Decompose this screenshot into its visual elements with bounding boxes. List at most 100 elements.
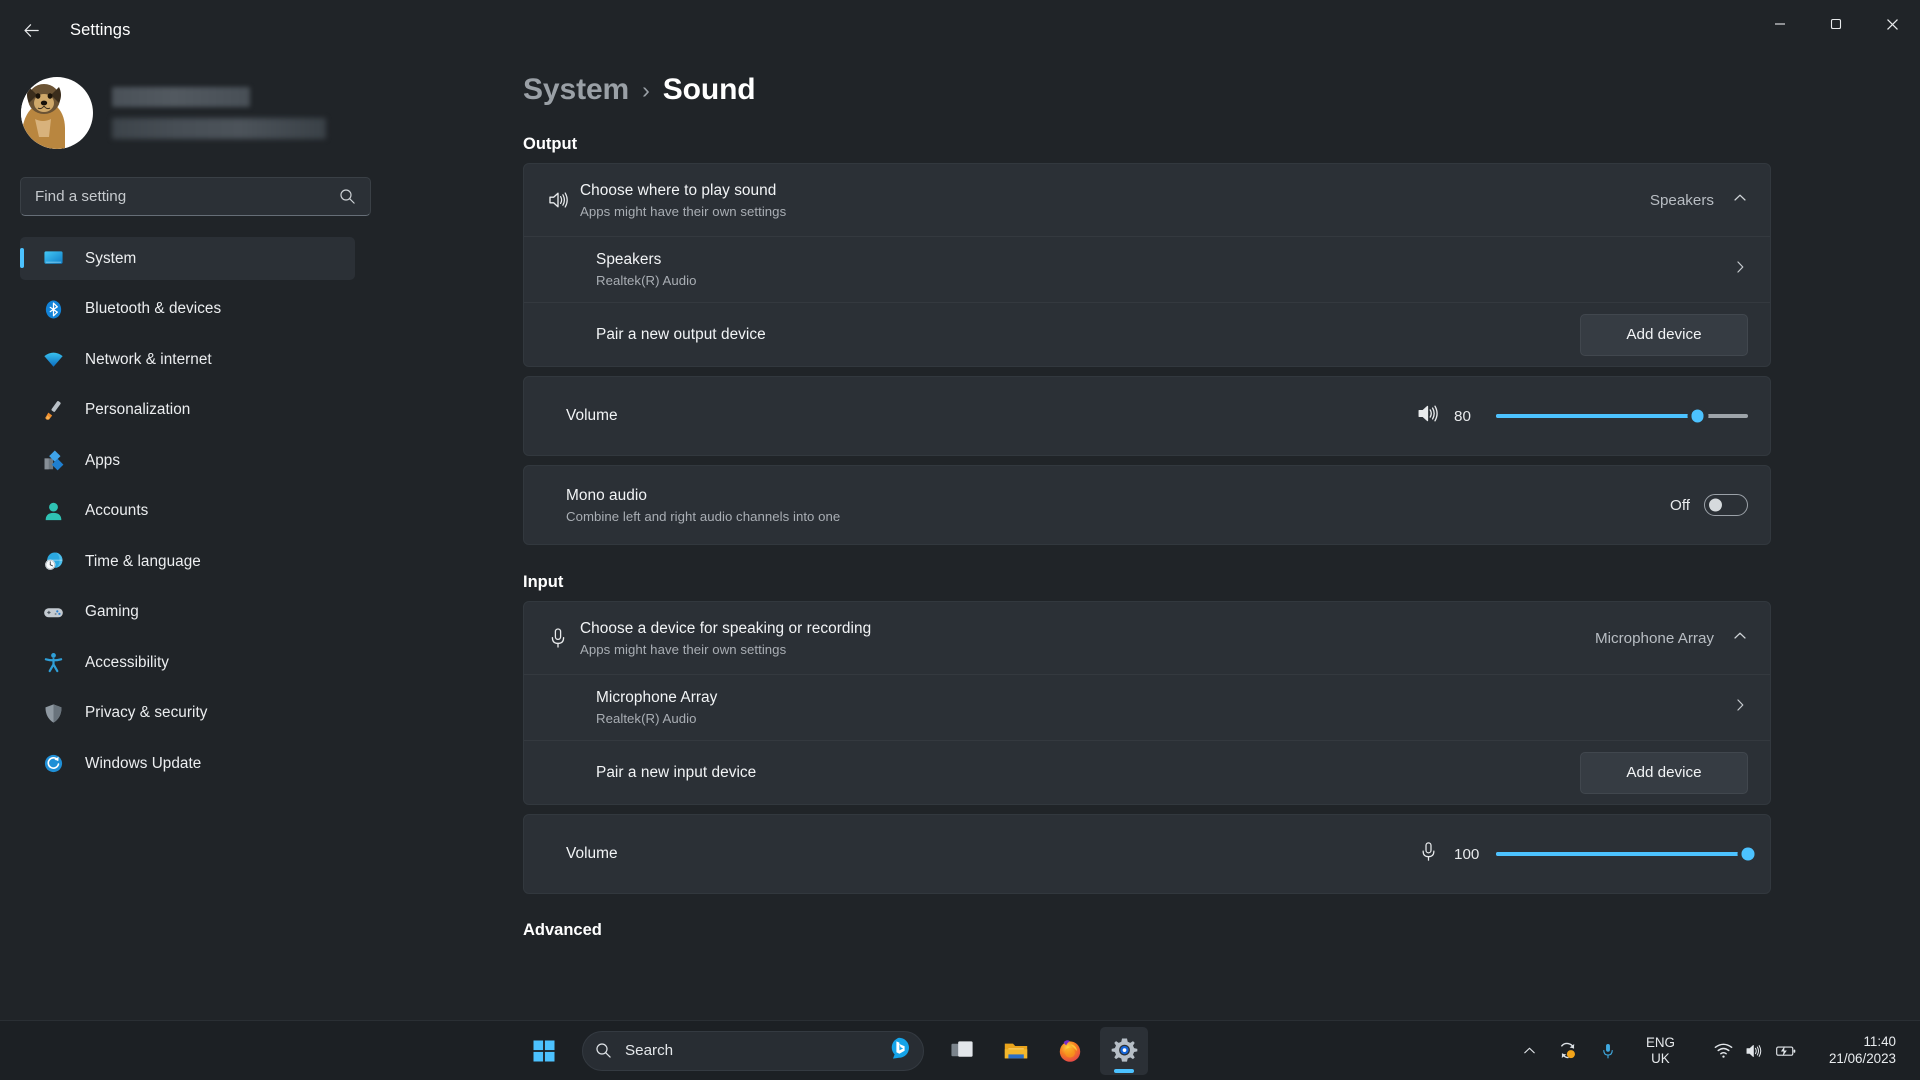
close-button[interactable] (1864, 0, 1920, 48)
paintbrush-icon (42, 399, 64, 421)
advanced-section-heading: Advanced (523, 921, 602, 939)
microphone-icon[interactable] (1417, 840, 1440, 868)
output-section-heading: Output (523, 135, 578, 153)
sidebar-item-windows-update[interactable]: Windows Update (20, 742, 355, 785)
minimize-button[interactable] (1752, 0, 1808, 48)
sidebar-item-accessibility[interactable]: Accessibility (20, 641, 355, 684)
maximize-icon (1830, 18, 1842, 30)
bluetooth-icon (42, 298, 64, 320)
file-explorer-button[interactable] (992, 1027, 1040, 1075)
add-output-device-button[interactable]: Add device (1580, 313, 1748, 356)
onedrive-button[interactable] (1549, 1029, 1587, 1073)
input-chooser-title: Choose a device for speaking or recordin… (580, 619, 872, 637)
output-pair-label: Pair a new output device (596, 325, 766, 343)
taskbar-search-box[interactable]: Search (582, 1030, 924, 1071)
sidebar-item-personalization[interactable]: Personalization (20, 389, 355, 432)
microphone-icon (546, 626, 580, 650)
sidebar-item-time-language[interactable]: Time & language (20, 540, 355, 583)
tray-microphone-button[interactable] (1591, 1029, 1625, 1073)
input-volume-card: Volume 100 (523, 814, 1771, 894)
window-controls (1752, 0, 1920, 48)
avatar (21, 77, 93, 149)
input-volume-text: Volume (566, 845, 1417, 863)
output-pair-text: Pair a new output device (596, 326, 1580, 344)
speaker-icon[interactable] (1415, 401, 1440, 431)
search-box[interactable] (20, 177, 371, 216)
input-device-right (1732, 697, 1748, 718)
input-chooser-row[interactable]: Choose a device for speaking or recordin… (524, 602, 1770, 674)
bing-chat-icon[interactable] (887, 1036, 911, 1065)
sidebar-item-privacy-security[interactable]: Privacy & security (20, 692, 355, 735)
input-volume-control: 100 (1417, 840, 1759, 868)
clock-time: 11:40 (1863, 1034, 1896, 1050)
search-input[interactable] (35, 188, 339, 205)
input-device-row[interactable]: Microphone Array Realtek(R) Audio (524, 674, 1770, 740)
chevron-right-icon[interactable] (1732, 697, 1748, 718)
sidebar-item-accounts[interactable]: Accounts (20, 490, 355, 533)
close-icon (1886, 18, 1898, 30)
firefox-icon (1059, 1039, 1081, 1062)
search-icon (596, 1043, 611, 1058)
output-volume-fill (1496, 414, 1698, 418)
clock-date: 21/06/2023 (1828, 1050, 1896, 1066)
output-pair-right: Add device (1580, 313, 1748, 356)
output-chooser-row[interactable]: Choose where to play sound Apps might ha… (524, 164, 1770, 236)
output-chooser-text: Choose where to play sound Apps might ha… (580, 182, 1650, 219)
input-volume-label: Volume (566, 845, 618, 862)
output-device-text: Speakers Realtek(R) Audio (596, 251, 1732, 288)
chevron-up-icon (1524, 1047, 1535, 1054)
folder-icon (1004, 1043, 1028, 1058)
quick-settings-button[interactable] (1696, 1029, 1815, 1073)
output-volume-thumb[interactable] (1687, 405, 1709, 427)
user-avatar-photo (21, 79, 69, 149)
chevron-right-icon[interactable] (1732, 259, 1748, 280)
mono-audio-subtitle: Combine left and right audio channels in… (566, 508, 841, 524)
input-pair-label: Pair a new input device (596, 763, 757, 781)
task-view-button[interactable] (938, 1027, 986, 1075)
language-bottom: UK (1651, 1050, 1670, 1066)
gamepad-icon (42, 601, 64, 623)
wifi-icon (42, 349, 64, 371)
sidebar-item-apps[interactable]: Apps (20, 439, 355, 482)
breadcrumb: System › Sound (523, 73, 1920, 107)
sidebar-item-network-internet[interactable]: Network & internet (20, 338, 355, 381)
settings-button[interactable] (1100, 1026, 1148, 1075)
input-volume-slider[interactable] (1496, 843, 1759, 865)
output-volume-slider[interactable] (1496, 405, 1748, 427)
sidebar: System Bluetooth & devices (0, 60, 375, 1020)
breadcrumb-parent[interactable]: System (523, 73, 629, 107)
output-volume-label: Volume (566, 407, 618, 424)
taskbar-search-placeholder: Search (625, 1042, 674, 1059)
sidebar-item-gaming[interactable]: Gaming (20, 591, 355, 634)
battery-charging-icon (1776, 1045, 1796, 1056)
toggle-knob (1709, 498, 1722, 512)
language-indicator[interactable]: ENG UK (1629, 1029, 1692, 1073)
firefox-button[interactable] (1046, 1027, 1094, 1075)
task-view-icon (950, 1041, 973, 1057)
input-volume-fill (1496, 852, 1748, 856)
chevron-up-icon[interactable] (1732, 190, 1748, 211)
chevron-up-icon[interactable] (1732, 628, 1748, 649)
output-device-row[interactable]: Speakers Realtek(R) Audio (524, 236, 1770, 302)
title-bar: Settings (0, 0, 1920, 60)
sidebar-item-system[interactable]: System (20, 237, 355, 280)
mono-audio-card: Mono audio Combine left and right audio … (523, 465, 1771, 545)
account-text (112, 87, 326, 139)
tray-overflow-button[interactable] (1514, 1029, 1545, 1073)
sidebar-item-bluetooth-devices[interactable]: Bluetooth & devices (20, 288, 355, 331)
input-volume-value: 100 (1454, 845, 1480, 863)
sidebar-item-label: Network & internet (85, 350, 212, 368)
start-button[interactable] (520, 1027, 568, 1075)
sidebar-item-label: Accounts (85, 502, 149, 519)
language-text: ENG UK (1637, 1035, 1684, 1067)
back-button[interactable] (10, 9, 52, 51)
add-input-device-button[interactable]: Add device (1580, 751, 1748, 794)
clock[interactable]: 11:40 21/06/2023 (1819, 1034, 1906, 1066)
input-volume-thumb[interactable] (1737, 843, 1759, 865)
mono-audio-toggle[interactable] (1704, 494, 1748, 516)
sidebar-item-label: Apps (85, 451, 121, 469)
back-arrow-icon (23, 23, 39, 37)
account-card[interactable] (20, 73, 355, 153)
maximize-button[interactable] (1808, 0, 1864, 48)
mono-audio-right: Off (1670, 494, 1748, 516)
